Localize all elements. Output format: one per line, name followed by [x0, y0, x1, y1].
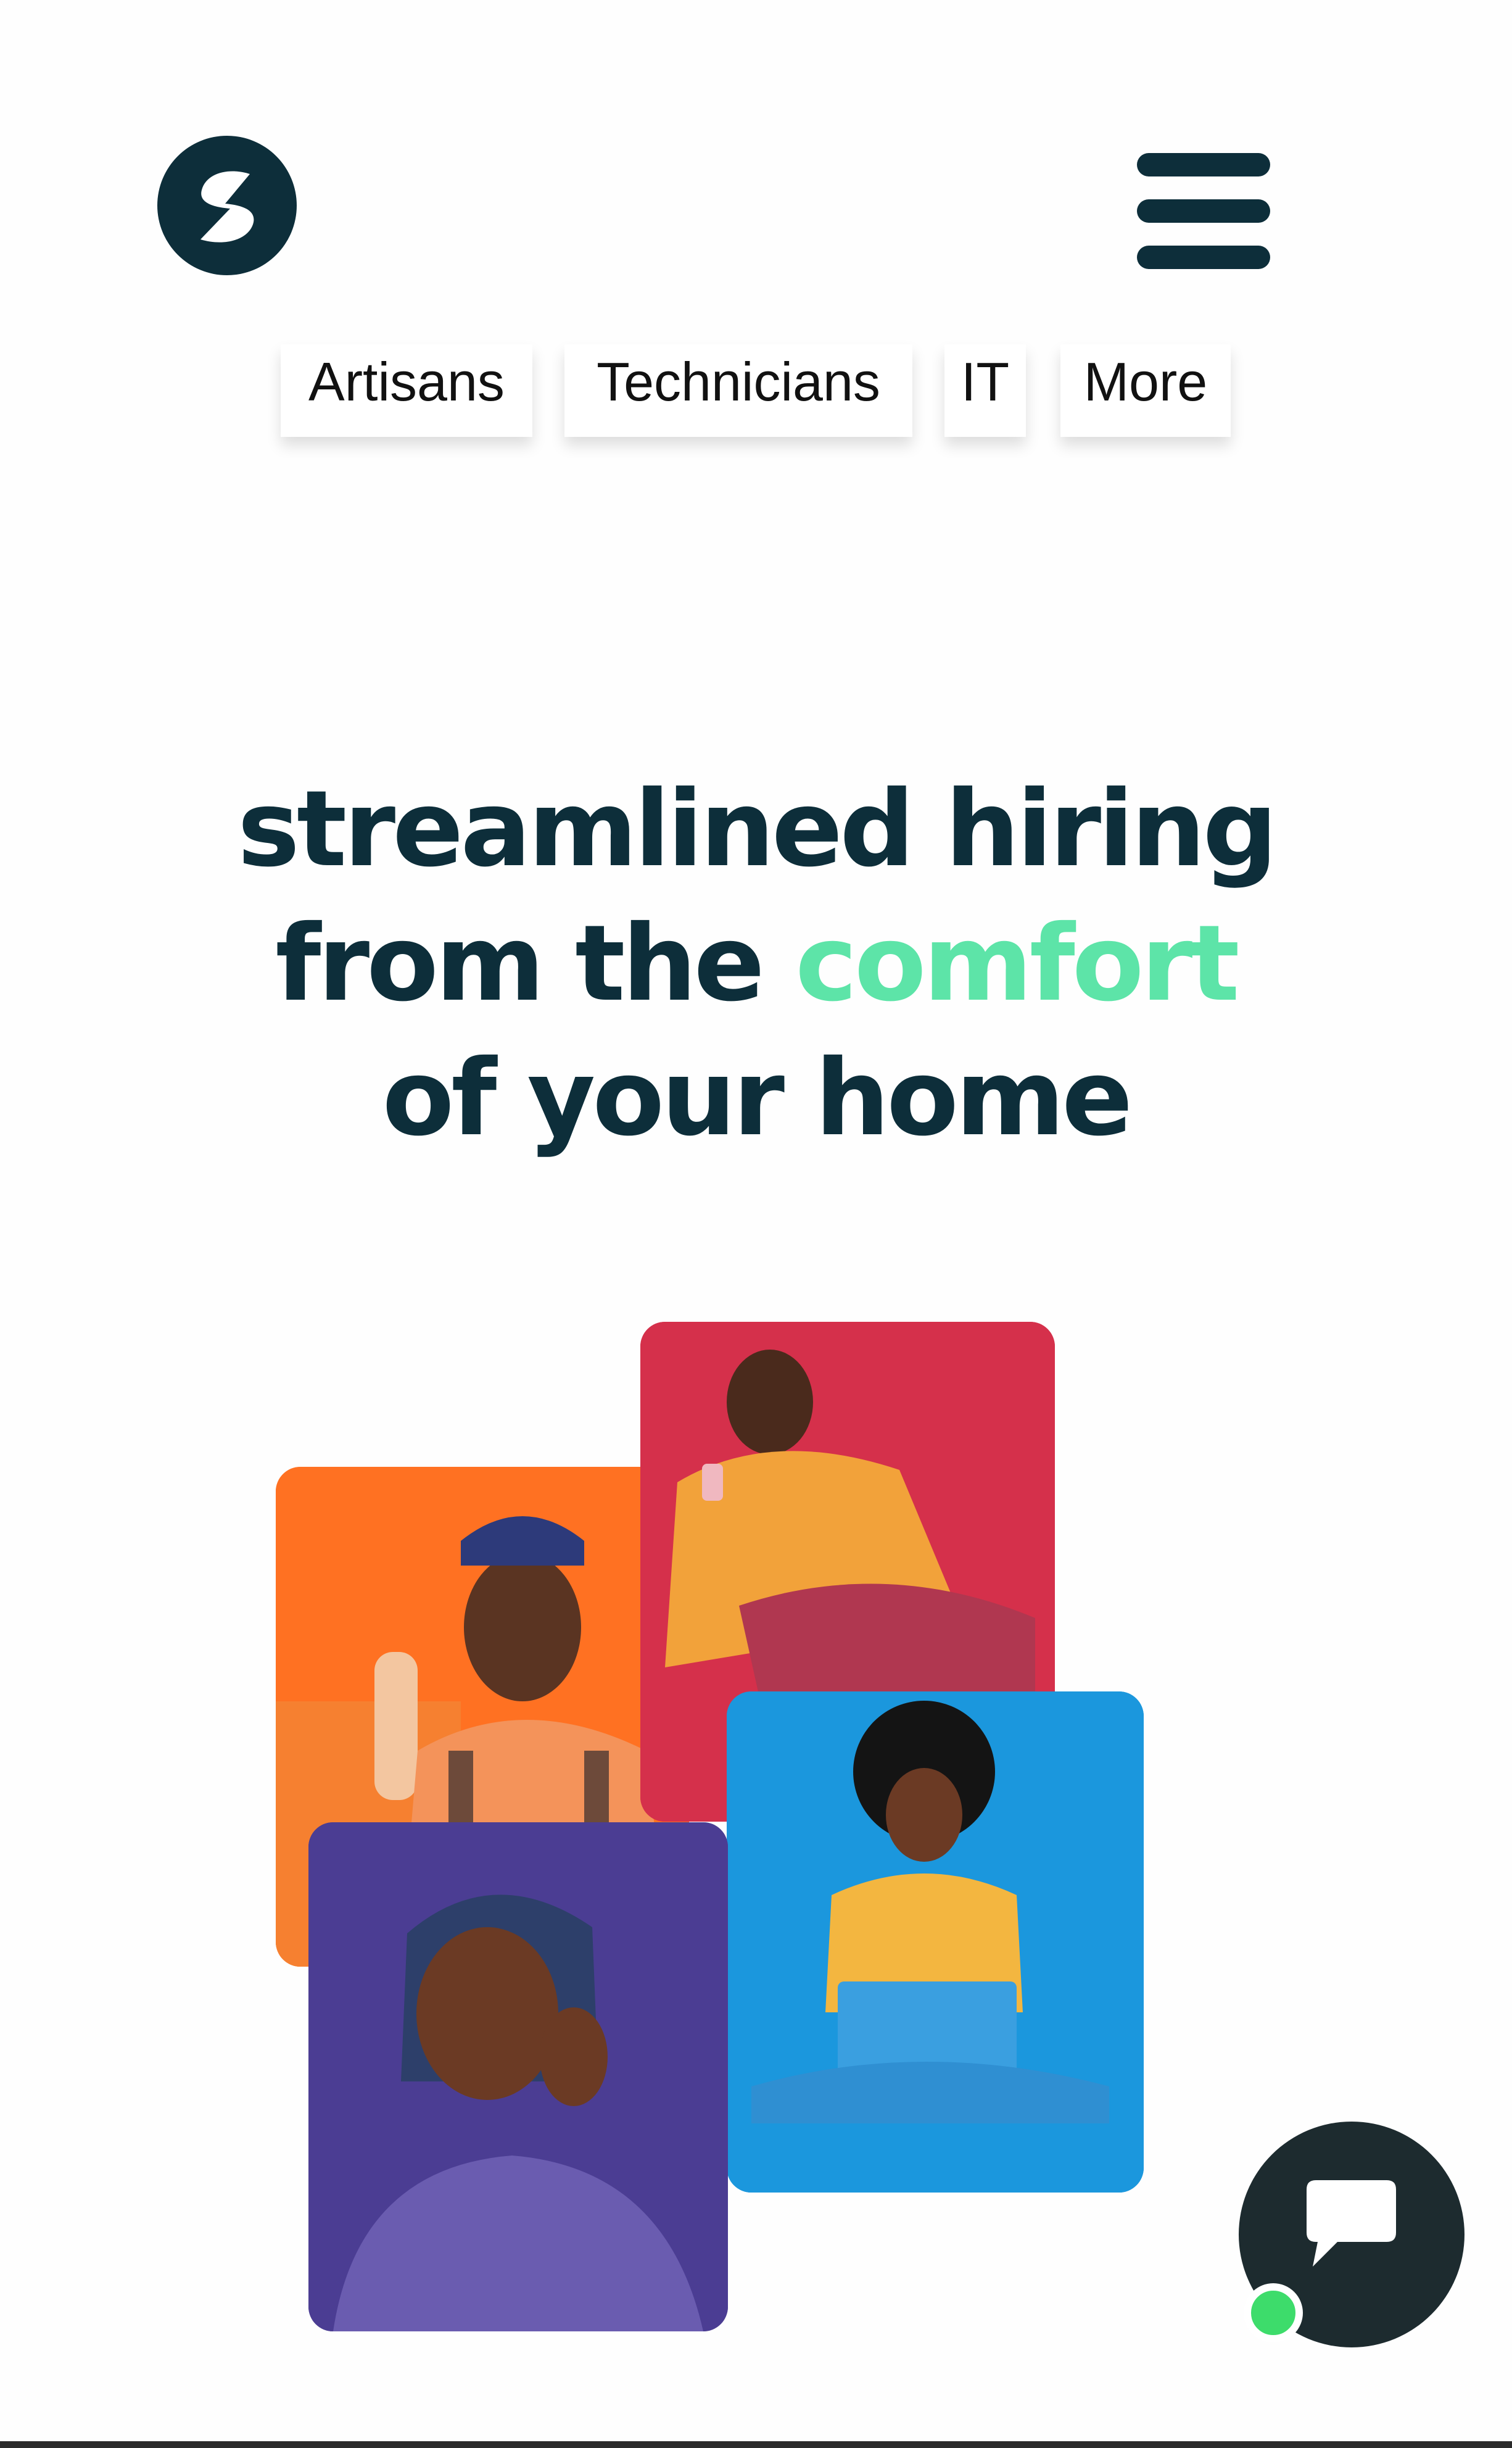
brand-logo-icon[interactable]	[157, 136, 297, 275]
woman-with-laptop-photo	[727, 1691, 1144, 2193]
headline-accent-word: comfort	[795, 903, 1240, 1025]
bottom-edge-bar	[0, 2441, 1512, 2448]
hamburger-menu-icon[interactable]	[1137, 148, 1270, 272]
tab-artisans[interactable]: Artisans	[281, 344, 532, 437]
headline-line-2: from the comfort	[0, 897, 1512, 1031]
menu-bar-top	[1137, 153, 1270, 176]
tab-technicians[interactable]: Technicians	[564, 344, 912, 437]
headline-line-3: of your home	[382, 1037, 1133, 1160]
headline-line-2-text: from the	[275, 903, 765, 1025]
hero-headline: streamlined hiring from the comfort of y…	[0, 762, 1512, 1166]
chat-bubble-icon	[1307, 2180, 1396, 2267]
tab-more[interactable]: More	[1060, 344, 1231, 437]
headline-line-1: streamlined hiring	[237, 768, 1278, 890]
woman-in-hijab-photo	[308, 1822, 728, 2331]
menu-bar-bottom	[1137, 246, 1270, 269]
menu-bar-middle	[1137, 199, 1270, 223]
online-status-dot	[1244, 2283, 1303, 2342]
landing-page: Artisans Technicians IT More streamlined…	[0, 0, 1512, 2448]
tab-it[interactable]: IT	[944, 344, 1026, 437]
